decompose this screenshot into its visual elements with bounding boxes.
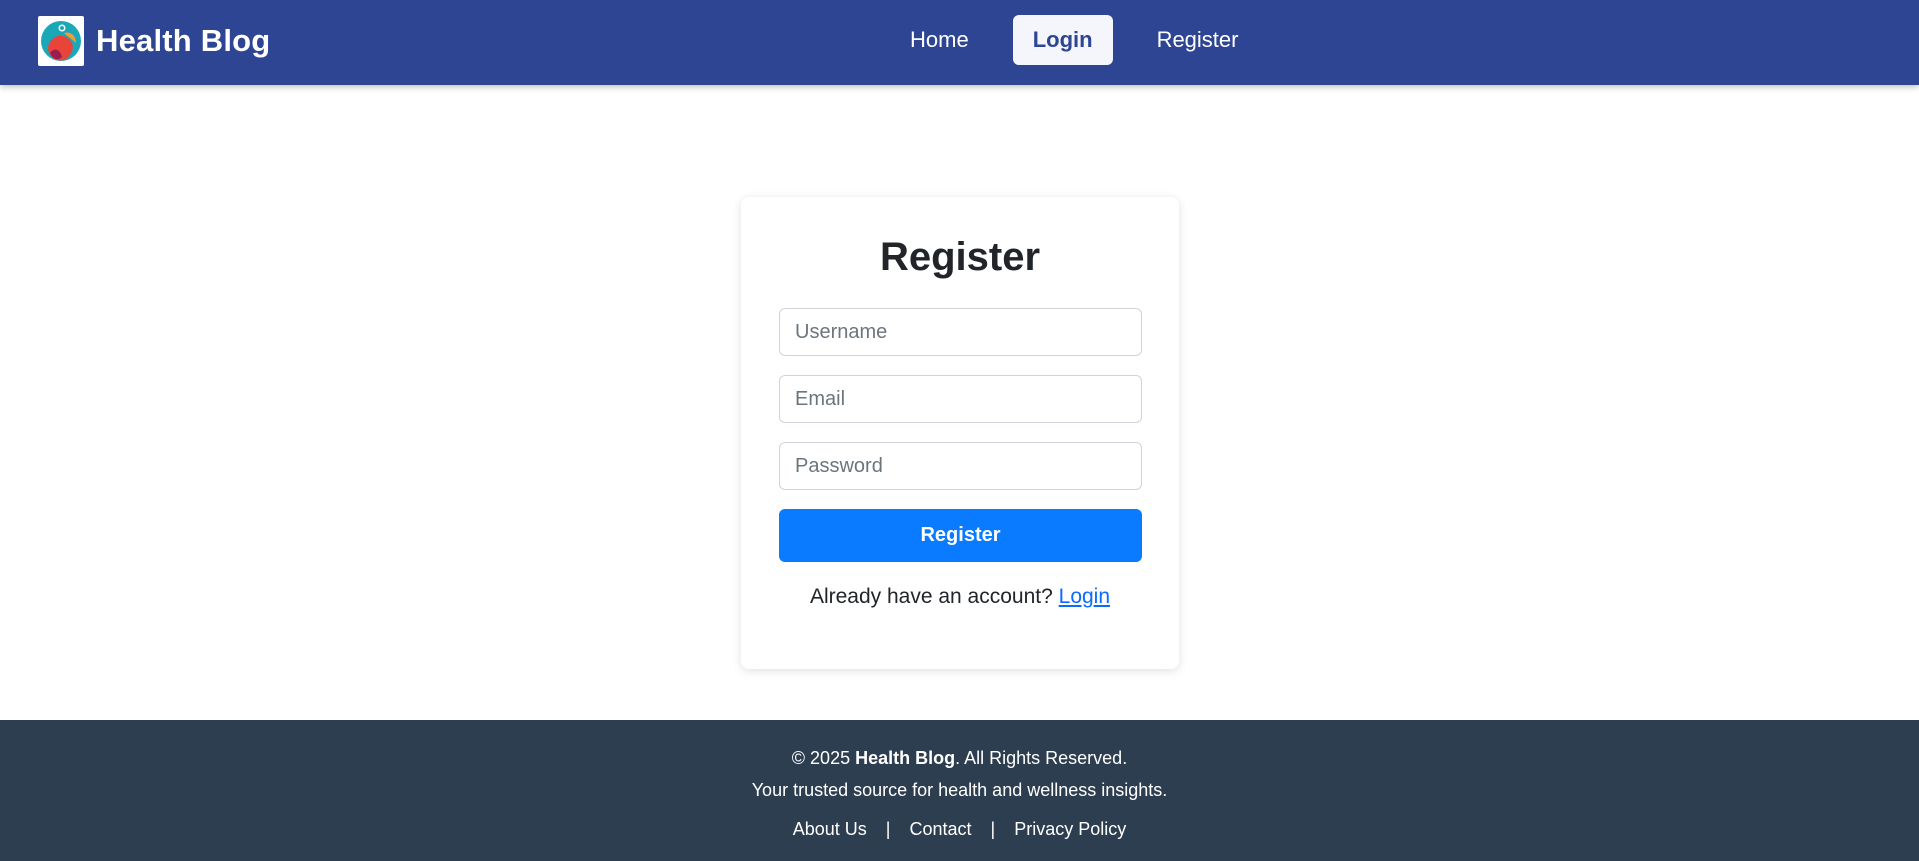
footer: © 2025 Health Blog. All Rights Reserved.… (0, 720, 1919, 861)
footer-link-contact[interactable]: Contact (909, 819, 971, 840)
footer-link-privacy-policy[interactable]: Privacy Policy (1014, 819, 1126, 840)
register-card: Register Register Already have an accoun… (741, 197, 1179, 669)
nav-links: Home Login Register (890, 15, 1258, 65)
footer-separator: | (990, 819, 996, 839)
footer-tagline: Your trusted source for health and welln… (751, 780, 1168, 800)
login-prompt-text: Already have an account? (809, 585, 1053, 608)
password-input[interactable] (779, 442, 1142, 490)
register-title: Register (879, 235, 1041, 279)
register-submit-button[interactable]: Register (779, 509, 1142, 562)
copyright-brand: Health Blog (855, 748, 956, 768)
footer-link-about-us[interactable]: About Us (793, 819, 867, 840)
footer-separator: | (885, 819, 891, 839)
nav-link-home[interactable]: Home (890, 15, 989, 65)
login-link[interactable]: Login (1059, 585, 1110, 608)
email-input[interactable] (779, 375, 1142, 423)
top-navbar: Health Blog Home Login Register (0, 0, 1919, 85)
login-prompt: Already have an account? Login (741, 585, 1179, 609)
copyright-line: © 2025 Health Blog. All Rights Reserved. (0, 748, 1919, 769)
nav-link-login[interactable]: Login (1012, 15, 1113, 65)
brand-name: Health Blog (96, 23, 271, 58)
copyright-prefix: © 2025 (791, 748, 851, 768)
footer-links: About Us | Contact | Privacy Policy (0, 819, 1919, 840)
health-heart-logo-icon (38, 16, 84, 66)
copyright-suffix: . All Rights Reserved. (955, 748, 1128, 768)
brand-link[interactable]: Health Blog (38, 16, 270, 66)
username-input[interactable] (779, 308, 1142, 356)
nav-link-register[interactable]: Register (1137, 15, 1259, 65)
